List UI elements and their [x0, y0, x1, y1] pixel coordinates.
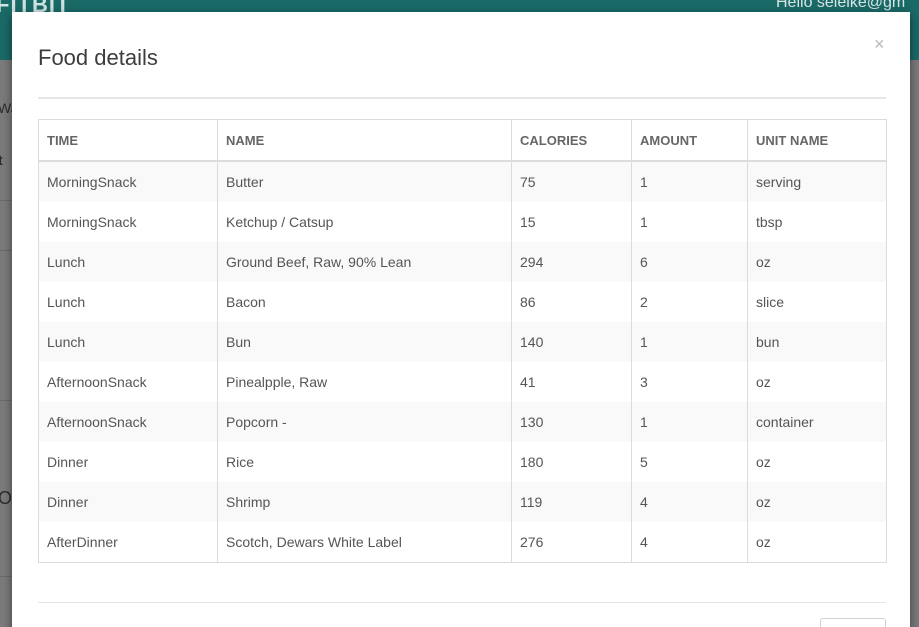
- background-divider: [0, 576, 12, 577]
- cell-time: MorningSnack: [38, 202, 218, 242]
- cell-name: Ketchup / Catsup: [217, 202, 512, 242]
- modal-title: Food details: [38, 45, 158, 70]
- cell-amount: 2: [631, 282, 748, 322]
- cell-name: Shrimp: [217, 482, 512, 522]
- cell-unit-name: oz: [747, 482, 887, 522]
- cell-time: MorningSnack: [38, 161, 218, 202]
- background-divider: [0, 400, 12, 401]
- cell-amount: 5: [631, 442, 748, 482]
- cell-calories: 119: [511, 482, 632, 522]
- cell-amount: 1: [631, 402, 748, 442]
- column-header-time: TIME: [38, 119, 218, 162]
- background-divider: [0, 200, 12, 201]
- cell-name: Popcorn -: [217, 402, 512, 442]
- cell-calories: 41: [511, 362, 632, 402]
- column-header-name: NAME: [217, 119, 512, 162]
- cell-name: Rice: [217, 442, 512, 482]
- food-details-modal: Food details × TIME NAME CALORIES AMOUNT…: [12, 12, 910, 627]
- table-header-row: TIME NAME CALORIES AMOUNT UNIT NAME: [38, 119, 887, 162]
- food-details-table: TIME NAME CALORIES AMOUNT UNIT NAME Morn…: [38, 119, 887, 563]
- cell-unit-name: bun: [747, 322, 887, 362]
- background-fragment: t: [0, 152, 3, 168]
- table-row: Dinner Shrimp 119 4 oz: [38, 482, 887, 522]
- cell-name: Butter: [217, 161, 512, 202]
- cell-time: Lunch: [38, 282, 218, 322]
- cell-name: Scotch, Dewars White Label: [217, 522, 512, 563]
- cell-time: Dinner: [38, 442, 218, 482]
- cell-unit-name: oz: [747, 242, 887, 282]
- cell-unit-name: oz: [747, 362, 887, 402]
- footer-divider: [38, 602, 886, 603]
- cell-unit-name: serving: [747, 161, 887, 202]
- table-row: AfterDinner Scotch, Dewars White Label 2…: [38, 522, 887, 563]
- close-button[interactable]: [820, 618, 886, 627]
- column-header-unit-name: UNIT NAME: [747, 119, 887, 162]
- cell-time: AfternoonSnack: [38, 362, 218, 402]
- table-row: Lunch Ground Beef, Raw, 90% Lean 294 6 o…: [38, 242, 887, 282]
- table-row: Lunch Bun 140 1 bun: [38, 322, 887, 362]
- background-fragment: O: [0, 488, 13, 508]
- cell-time: Lunch: [38, 242, 218, 282]
- cell-unit-name: oz: [747, 442, 887, 482]
- cell-name: Pinealpple, Raw: [217, 362, 512, 402]
- cell-amount: 1: [631, 161, 748, 202]
- cell-amount: 4: [631, 482, 748, 522]
- column-header-amount: AMOUNT: [631, 119, 748, 162]
- cell-calories: 86: [511, 282, 632, 322]
- cell-name: Bun: [217, 322, 512, 362]
- cell-unit-name: tbsp: [747, 202, 887, 242]
- cell-amount: 1: [631, 202, 748, 242]
- cell-time: Lunch: [38, 322, 218, 362]
- cell-amount: 4: [631, 522, 748, 563]
- cell-unit-name: container: [747, 402, 887, 442]
- column-header-calories: CALORIES: [511, 119, 632, 162]
- background-divider: [0, 250, 12, 251]
- table-row: MorningSnack Ketchup / Catsup 15 1 tbsp: [38, 202, 887, 242]
- header-divider: [38, 97, 886, 99]
- cell-amount: 6: [631, 242, 748, 282]
- cell-time: Dinner: [38, 482, 218, 522]
- cell-unit-name: slice: [747, 282, 887, 322]
- close-icon[interactable]: ×: [874, 34, 885, 54]
- cell-calories: 130: [511, 402, 632, 442]
- table-row: AfternoonSnack Pinealpple, Raw 41 3 oz: [38, 362, 887, 402]
- cell-unit-name: oz: [747, 522, 887, 563]
- cell-calories: 75: [511, 161, 632, 202]
- table-row: MorningSnack Butter 75 1 serving: [38, 161, 887, 202]
- cell-calories: 294: [511, 242, 632, 282]
- table-row: Lunch Bacon 86 2 slice: [38, 282, 887, 322]
- cell-calories: 180: [511, 442, 632, 482]
- user-greeting[interactable]: Hello seleike@gm: [776, 0, 905, 12]
- cell-calories: 15: [511, 202, 632, 242]
- cell-time: AfterDinner: [38, 522, 218, 563]
- cell-amount: 3: [631, 362, 748, 402]
- table-row: AfternoonSnack Popcorn - 130 1 container: [38, 402, 887, 442]
- table-row: Dinner Rice 180 5 oz: [38, 442, 887, 482]
- cell-time: AfternoonSnack: [38, 402, 218, 442]
- cell-name: Ground Beef, Raw, 90% Lean: [217, 242, 512, 282]
- cell-amount: 1: [631, 322, 748, 362]
- cell-calories: 276: [511, 522, 632, 563]
- cell-name: Bacon: [217, 282, 512, 322]
- cell-calories: 140: [511, 322, 632, 362]
